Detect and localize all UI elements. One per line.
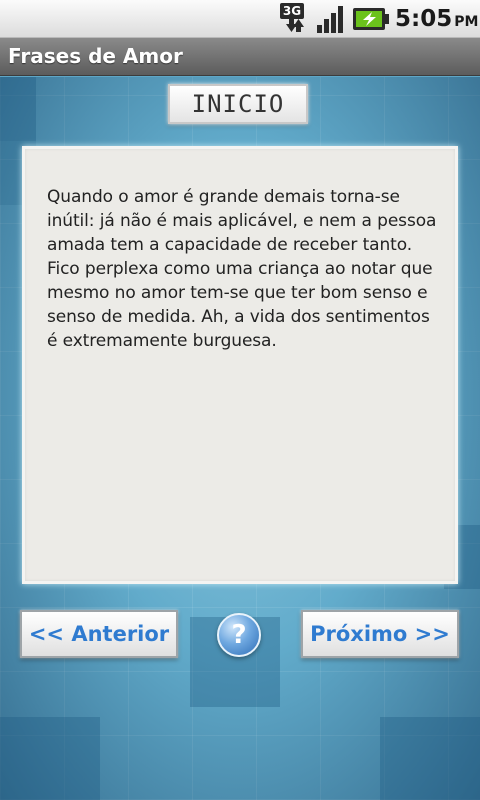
status-bar: 3G 5:05 PM — [0, 0, 480, 38]
signal-strength-icon — [316, 4, 348, 38]
battery-charging-icon — [352, 7, 390, 35]
quote-panel: Quando o amor é grande demais torna-se i… — [22, 146, 458, 584]
network-3g-icon: 3G — [280, 3, 310, 34]
clock-time: 5:05 — [395, 6, 453, 32]
app-screen: 3G 5:05 PM Frases de Amor INICIO Quando … — [0, 0, 480, 800]
background-tile — [0, 77, 36, 141]
status-clock: 5:05 PM — [395, 2, 478, 36]
background-tile — [0, 717, 100, 800]
previous-button[interactable]: << Anterior — [20, 610, 178, 658]
help-button[interactable]: ? — [217, 613, 261, 657]
title-bar: Frases de Amor — [0, 38, 480, 76]
network-type-label: 3G — [280, 3, 304, 19]
next-button[interactable]: Próximo >> — [301, 610, 459, 658]
background-tile — [380, 717, 480, 800]
quote-text: Quando o amor é grande demais torna-se i… — [47, 187, 437, 351]
inicio-button[interactable]: INICIO — [168, 84, 308, 124]
app-title: Frases de Amor — [8, 44, 183, 68]
clock-ampm: PM — [454, 14, 479, 30]
